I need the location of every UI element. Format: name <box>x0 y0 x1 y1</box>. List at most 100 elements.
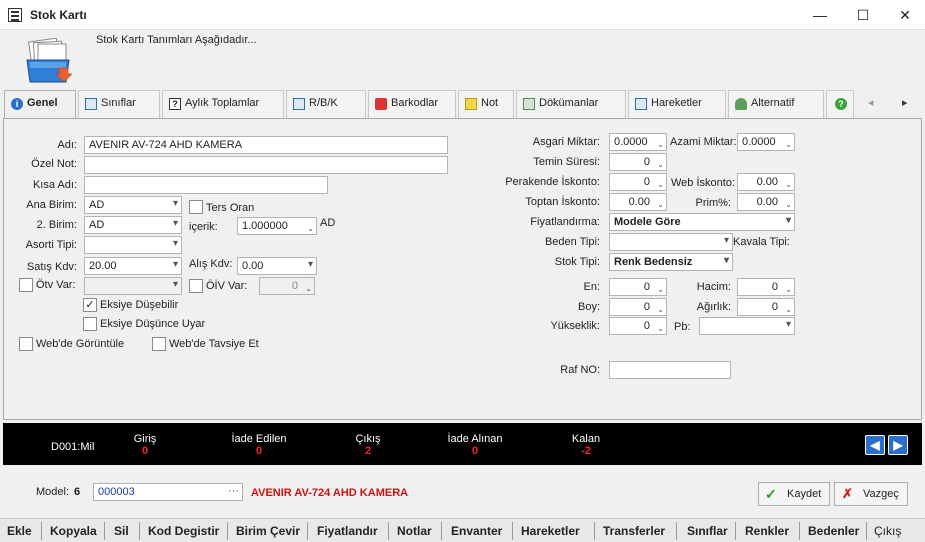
boy-label: Boy: <box>577 301 600 313</box>
yukseklik-label: Yükseklik: <box>550 320 600 332</box>
menu-siniflar[interactable]: Sınıflar <box>687 524 728 538</box>
model-input[interactable]: 000003 ··· <box>93 483 243 501</box>
stock-card-logo <box>24 37 74 84</box>
x-icon: ✗ <box>842 486 853 501</box>
next-arrow-button[interactable]: ▶ <box>888 435 908 455</box>
tersoran-checkbox[interactable] <box>189 200 203 214</box>
toptan-stepper[interactable]: 0.00 <box>609 193 667 211</box>
web-tavsiye-label: Web'de Tavsiye Et <box>169 338 259 350</box>
menu-separator <box>676 522 677 540</box>
menu-notlar[interactable]: Notlar <box>397 524 432 538</box>
kalan-value: -2 <box>581 445 591 457</box>
satiskdv-select[interactable]: 20.00 <box>84 257 182 275</box>
tab-genel[interactable]: i Genel <box>4 90 76 119</box>
fiyat-select[interactable]: Modele Göre <box>609 213 795 231</box>
web-goruntule-checkbox[interactable] <box>19 337 33 351</box>
ikinci-birim-select[interactable]: AD <box>84 216 182 234</box>
menu-cikis[interactable]: Çıkış <box>874 524 901 538</box>
menu-kopyala[interactable]: Kopyala <box>50 524 97 538</box>
boy-stepper[interactable]: 0 <box>609 298 667 316</box>
save-button[interactable]: ✓ Kaydet <box>758 482 830 506</box>
web-tavsiye-checkbox[interactable] <box>152 337 166 351</box>
app-icon <box>8 8 22 22</box>
webiskonto-stepper[interactable]: 0.00 <box>737 173 795 191</box>
hacim-stepper[interactable]: 0 <box>737 278 795 296</box>
oivvar-checkbox[interactable] <box>189 279 203 293</box>
tab-not[interactable]: Not <box>458 90 514 118</box>
kisaadi-input[interactable] <box>84 176 328 194</box>
product-name: AVENIR AV-724 AHD KAMERA <box>251 487 409 499</box>
info-icon: i <box>11 98 23 110</box>
tab-rbk[interactable]: R/B/K <box>286 90 366 118</box>
icerik-stepper[interactable]: 1.000000 <box>237 217 317 235</box>
temin-stepper[interactable]: 0 <box>609 153 667 171</box>
tab-scroll-left[interactable]: ◂ <box>868 96 874 109</box>
asorti-label: Asorti Tipi: <box>25 239 77 251</box>
en-stepper[interactable]: 0 <box>609 278 667 296</box>
menu-kod-degistir[interactable]: Kod Degistir <box>148 524 219 538</box>
raf-input[interactable] <box>609 361 731 379</box>
kalan-header: Kalan <box>571 433 601 445</box>
menu-separator <box>227 522 228 540</box>
pb-select[interactable] <box>699 317 795 335</box>
list-icon <box>85 98 97 110</box>
cikis-header: Çıkış <box>355 433 381 445</box>
azami-label: Azami Miktar: <box>670 136 737 148</box>
menu-fiyatlandir[interactable]: Fiyatlandır <box>317 524 378 538</box>
prim-label: Prim%: <box>695 197 731 209</box>
toptan-label: Toptan İskonto: <box>525 196 600 208</box>
perakende-stepper[interactable]: 0 <box>609 173 667 191</box>
tab-aylik-toplamlar[interactable]: ? Aylık Toplamlar <box>162 90 284 118</box>
menu-ekle[interactable]: Ekle <box>7 524 32 538</box>
anabirim-select[interactable]: AD <box>84 196 182 214</box>
stoktipi-select[interactable]: Renk Bedensiz <box>609 253 733 271</box>
agirlik-stepper[interactable]: 0 <box>737 298 795 316</box>
fiyat-label: Fiyatlandırma: <box>530 216 600 228</box>
menu-renkler[interactable]: Renkler <box>745 524 789 538</box>
minimize-button[interactable]: — <box>797 0 843 30</box>
otvvar-select[interactable] <box>84 277 182 295</box>
tab-alternatif[interactable]: Alternatif <box>728 90 824 118</box>
menu-separator <box>104 522 105 540</box>
menu-birim-cevir[interactable]: Birim Çevir <box>236 524 300 538</box>
cancel-button[interactable]: ✗ Vazgeç <box>834 482 908 506</box>
tab-help[interactable]: ? <box>826 90 854 118</box>
menu-bedenler[interactable]: Bedenler <box>808 524 859 538</box>
model-browse-button[interactable]: ··· <box>228 485 239 497</box>
yukseklik-stepper[interactable]: 0 <box>609 317 667 335</box>
adi-input[interactable]: AVENIR AV-724 AHD KAMERA <box>84 136 448 154</box>
menu-transferler[interactable]: Transferler <box>603 524 665 538</box>
header-subtitle: Stok Kartı Tanımları Aşağıdadır... <box>96 34 257 46</box>
barcode-icon <box>375 98 387 110</box>
eksiye-uyar-checkbox[interactable] <box>83 317 97 331</box>
icerik-label: içerik: <box>189 221 218 233</box>
tab-dokumanlar[interactable]: Dökümanlar <box>516 90 626 118</box>
beden-select[interactable] <box>609 233 733 251</box>
menu-envanter[interactable]: Envanter <box>451 524 502 538</box>
tab-hareketler[interactable]: Hareketler <box>628 90 726 118</box>
oivvar-stepper[interactable]: 0 <box>259 277 315 295</box>
tab-siniflar[interactable]: Sınıflar <box>78 90 160 118</box>
close-button[interactable]: ✕ <box>882 0 925 30</box>
azami-stepper[interactable]: 0.0000 <box>737 133 795 151</box>
asorti-select[interactable] <box>84 236 182 254</box>
cikis-value: 2 <box>364 445 372 457</box>
eksiye-dusebilir-checkbox[interactable]: ✓ <box>83 298 97 312</box>
aliskdv-label: Alış Kdv: <box>189 258 233 270</box>
ozelnot-input[interactable] <box>84 156 448 174</box>
asgari-stepper[interactable]: 0.0000 <box>609 133 667 151</box>
otvvar-label: Ötv Var: <box>36 279 76 291</box>
tab-scroll-right[interactable]: ▸ <box>902 96 908 109</box>
prim-stepper[interactable]: 0.00 <box>737 193 795 211</box>
hacim-label: Hacim: <box>696 281 731 293</box>
maximize-button[interactable]: ☐ <box>840 0 886 30</box>
previous-arrow-button[interactable]: ◀ <box>865 435 885 455</box>
agirlik-label: Ağırlık: <box>696 301 731 313</box>
aliskdv-select[interactable]: 0.00 <box>237 257 317 275</box>
otvvar-checkbox[interactable] <box>19 278 33 292</box>
giris-value: 0 <box>141 445 149 457</box>
tab-barkodlar[interactable]: Barkodlar <box>368 90 456 118</box>
menu-sil[interactable]: Sil <box>114 524 129 538</box>
tree-icon <box>735 98 747 110</box>
menu-hareketler[interactable]: Hareketler <box>521 524 580 538</box>
